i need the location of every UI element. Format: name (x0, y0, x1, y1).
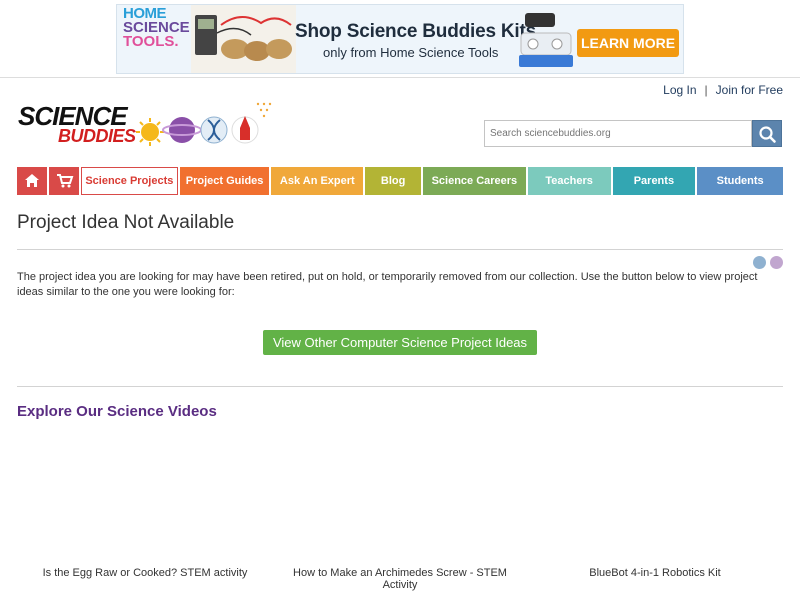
nav-blog[interactable]: Blog (365, 167, 422, 195)
nav-science-projects[interactable]: Science Projects (81, 167, 178, 195)
video-caption-link[interactable]: BlueBot 4-in-1 Robotics Kit (530, 567, 780, 579)
ad-subtitle: only from Home Science Tools (323, 45, 499, 60)
nav-teachers[interactable]: Teachers (527, 167, 611, 195)
video-caption-link[interactable]: How to Make an Archimedes Screw - STEM A… (275, 567, 525, 591)
email-icon[interactable] (770, 256, 783, 269)
nav-ask-an-expert[interactable]: Ask An Expert (271, 167, 364, 195)
ad-banner[interactable]: HOME SCIENCE TOOLS. Shop Science Buddies… (116, 4, 684, 74)
divider (17, 249, 783, 250)
divider (17, 386, 783, 387)
search-input[interactable] (484, 120, 752, 147)
search-icon (759, 126, 776, 143)
join-link[interactable]: Join for Free (716, 83, 783, 97)
logo-science-icons (136, 102, 272, 146)
nav-science-careers[interactable]: Science Careers (423, 167, 526, 195)
page-title: Project Idea Not Available (17, 212, 235, 233)
home-icon (25, 174, 39, 187)
ad-title: Shop Science Buddies Kits (295, 21, 536, 42)
nav-parents[interactable]: Parents (612, 167, 696, 195)
home-science-tools-logo: HOME SCIENCE TOOLS. (123, 5, 190, 50)
nav-home[interactable] (17, 167, 47, 195)
nav-project-guides[interactable]: Project Guides (179, 167, 270, 195)
nav-students[interactable]: Students (697, 167, 784, 195)
share-tools (753, 256, 783, 269)
robot-kit-image (519, 13, 573, 67)
view-project-ideas-button[interactable]: View Other Computer Science Project Idea… (263, 330, 537, 355)
login-link[interactable]: Log In (663, 83, 696, 97)
nav-cart[interactable] (49, 167, 79, 195)
potato-battery-image (191, 5, 296, 73)
main-nav: Science Projects Project Guides Ask An E… (17, 167, 784, 195)
science-buddies-logo[interactable]: SCIENCE BUDDIES (18, 100, 276, 158)
print-icon[interactable] (753, 256, 766, 269)
logo-wordmark: SCIENCE BUDDIES (18, 101, 136, 146)
learn-more-button[interactable]: LEARN MORE (577, 29, 679, 57)
cart-icon (57, 174, 74, 188)
link-separator: | (704, 83, 708, 97)
video-caption-link[interactable]: Is the Egg Raw or Cooked? STEM activity (20, 567, 270, 579)
search-button[interactable] (752, 120, 782, 147)
search-bar (484, 120, 782, 147)
videos-section-title: Explore Our Science Videos (17, 403, 217, 420)
user-links: Log In | Join for Free (663, 83, 783, 97)
ad-banner-area: HOME SCIENCE TOOLS. Shop Science Buddies… (0, 0, 800, 78)
page-description: The project idea you are looking for may… (17, 271, 758, 298)
